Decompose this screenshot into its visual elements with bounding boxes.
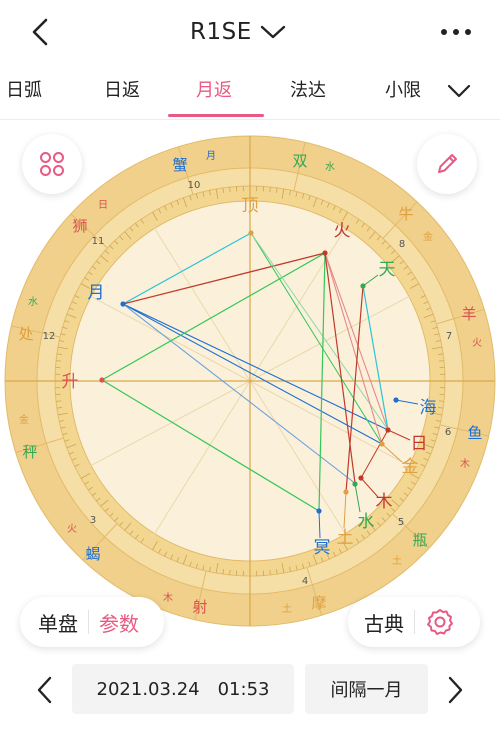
chart-mode-switch: 单盘 参数 bbox=[20, 597, 164, 647]
sign-aries-label: 羊 bbox=[461, 305, 476, 323]
mc-label: 顶 bbox=[242, 196, 259, 216]
settings-button[interactable] bbox=[425, 607, 455, 637]
house-number: 11 bbox=[92, 236, 105, 247]
sun-label[interactable]: 日 bbox=[411, 434, 428, 454]
sign-capricorn-label: 摩 bbox=[311, 594, 326, 612]
app-screen: R1SE 日弧 日返 月返 法达 小限 羊 牛 双 蟹 狮 处 秤 蝎 射 摩 … bbox=[0, 0, 500, 733]
tab-profection[interactable]: 小限 bbox=[385, 76, 421, 102]
divider bbox=[414, 610, 415, 634]
house-number: 3 bbox=[90, 515, 96, 526]
clover-grid-icon bbox=[40, 152, 64, 176]
degree-tick bbox=[56, 400, 62, 402]
ruler-label: 火 bbox=[472, 337, 482, 349]
gear-icon bbox=[427, 609, 453, 635]
ruler-label: 水 bbox=[325, 161, 335, 173]
tab-lunar-return[interactable]: 月返 bbox=[196, 76, 232, 102]
tab-solar-return[interactable]: 日返 bbox=[104, 76, 140, 102]
moon-label[interactable]: 月 bbox=[88, 283, 105, 303]
sign-taurus-label: 牛 bbox=[398, 205, 413, 223]
chevron-right-icon bbox=[448, 676, 463, 704]
tab-firdaria[interactable]: 法达 bbox=[290, 76, 326, 102]
tab-expand-button[interactable] bbox=[446, 80, 472, 102]
house-number: 12 bbox=[43, 331, 56, 342]
ruler-label: 月 bbox=[206, 150, 216, 162]
edit-button[interactable] bbox=[417, 134, 477, 194]
asc-dot bbox=[99, 377, 105, 383]
top-bar: R1SE bbox=[0, 0, 500, 62]
house-number: 7 bbox=[446, 331, 452, 342]
sign-cancer-label: 蟹 bbox=[172, 156, 187, 174]
jupiter-label[interactable]: 木 bbox=[376, 492, 393, 512]
single-chart-button[interactable]: 单盘 bbox=[38, 608, 78, 637]
saturn-label[interactable]: 土 bbox=[337, 528, 354, 548]
ruler-label: 木 bbox=[163, 592, 173, 604]
sign-scorpio-label: 蝎 bbox=[85, 545, 100, 563]
ruler-label: 火 bbox=[67, 523, 77, 535]
more-menu-button[interactable] bbox=[436, 18, 476, 46]
ruler-label: 水 bbox=[28, 296, 38, 308]
degree-tick bbox=[56, 360, 62, 362]
classic-button[interactable]: 古典 bbox=[364, 608, 404, 637]
asc-label: 升 bbox=[62, 372, 79, 392]
interval-value: 间隔一月 bbox=[330, 680, 403, 701]
degree-tick bbox=[229, 569, 231, 575]
mars-label[interactable]: 火 bbox=[334, 221, 351, 241]
ruler-label: 金 bbox=[19, 413, 29, 426]
pencil-icon bbox=[438, 154, 457, 173]
venus-label[interactable]: 金 bbox=[402, 457, 419, 477]
degree-tick bbox=[269, 569, 271, 575]
interval-selector[interactable]: 间隔一月 bbox=[305, 664, 428, 714]
ruler-label: 日 bbox=[98, 200, 108, 211]
astrology-chart-wheel[interactable]: 羊 牛 双 蟹 狮 处 秤 蝎 射 摩 瓶 鱼 火 金 水 月 日 水 金 火 … bbox=[0, 126, 500, 636]
house-number: 10 bbox=[188, 180, 201, 191]
chart-selector[interactable]: R1SE bbox=[190, 14, 286, 50]
degree-tick bbox=[438, 400, 444, 402]
divider bbox=[88, 610, 89, 634]
sign-virgo-label: 处 bbox=[18, 325, 33, 343]
uranus-label[interactable]: 天 bbox=[379, 260, 396, 280]
tab-solar-arc[interactable]: 日弧 bbox=[6, 76, 42, 102]
degree-tick bbox=[438, 360, 444, 362]
mercury-label[interactable]: 水 bbox=[358, 512, 375, 532]
next-button[interactable] bbox=[440, 674, 470, 706]
mc-dot bbox=[248, 230, 254, 236]
sign-sagittarius-label: 射 bbox=[192, 598, 207, 616]
ruler-label: 木 bbox=[460, 458, 470, 470]
time-value: 01:53 bbox=[217, 678, 270, 700]
more-dots-icon bbox=[441, 29, 471, 35]
sign-aquarius-label: 瓶 bbox=[412, 531, 427, 549]
neptune-label[interactable]: 海 bbox=[420, 398, 437, 418]
tab-bar: 日弧 日返 月返 法达 小限 bbox=[0, 62, 500, 120]
layout-toggle-button[interactable] bbox=[22, 134, 82, 194]
chevron-down-icon bbox=[260, 25, 285, 39]
pluto-label[interactable]: 冥 bbox=[314, 538, 331, 558]
ruler-label: 土 bbox=[282, 602, 292, 615]
ruler-label: 土 bbox=[392, 554, 402, 567]
moon-dot bbox=[120, 301, 126, 307]
chevron-down-icon bbox=[447, 84, 471, 98]
house-number: 4 bbox=[302, 576, 308, 587]
page-title: R1SE bbox=[190, 19, 252, 45]
sign-pisces-label: 鱼 bbox=[467, 424, 482, 442]
back-arrow-icon bbox=[32, 18, 48, 46]
house-number: 6 bbox=[445, 427, 451, 438]
previous-button[interactable] bbox=[30, 674, 60, 706]
degree-tick bbox=[269, 187, 271, 193]
active-tab-indicator bbox=[168, 114, 264, 117]
date-value: 2021.03.24 bbox=[96, 678, 200, 700]
datetime-field[interactable]: 2021.03.24 01:53 bbox=[72, 664, 294, 714]
sign-leo-label: 狮 bbox=[72, 217, 87, 235]
house-number: 8 bbox=[399, 239, 405, 250]
sign-gemini-label: 双 bbox=[292, 152, 307, 170]
mars-dot bbox=[322, 250, 328, 256]
ruler-label: 金 bbox=[423, 230, 433, 243]
degree-tick bbox=[229, 187, 231, 193]
chevron-left-icon bbox=[37, 676, 52, 704]
house-number: 5 bbox=[398, 517, 404, 528]
classic-settings-group: 古典 bbox=[348, 597, 480, 647]
sign-libra-label: 秤 bbox=[22, 443, 37, 461]
back-button[interactable] bbox=[24, 14, 60, 50]
params-button[interactable]: 参数 bbox=[99, 608, 139, 637]
